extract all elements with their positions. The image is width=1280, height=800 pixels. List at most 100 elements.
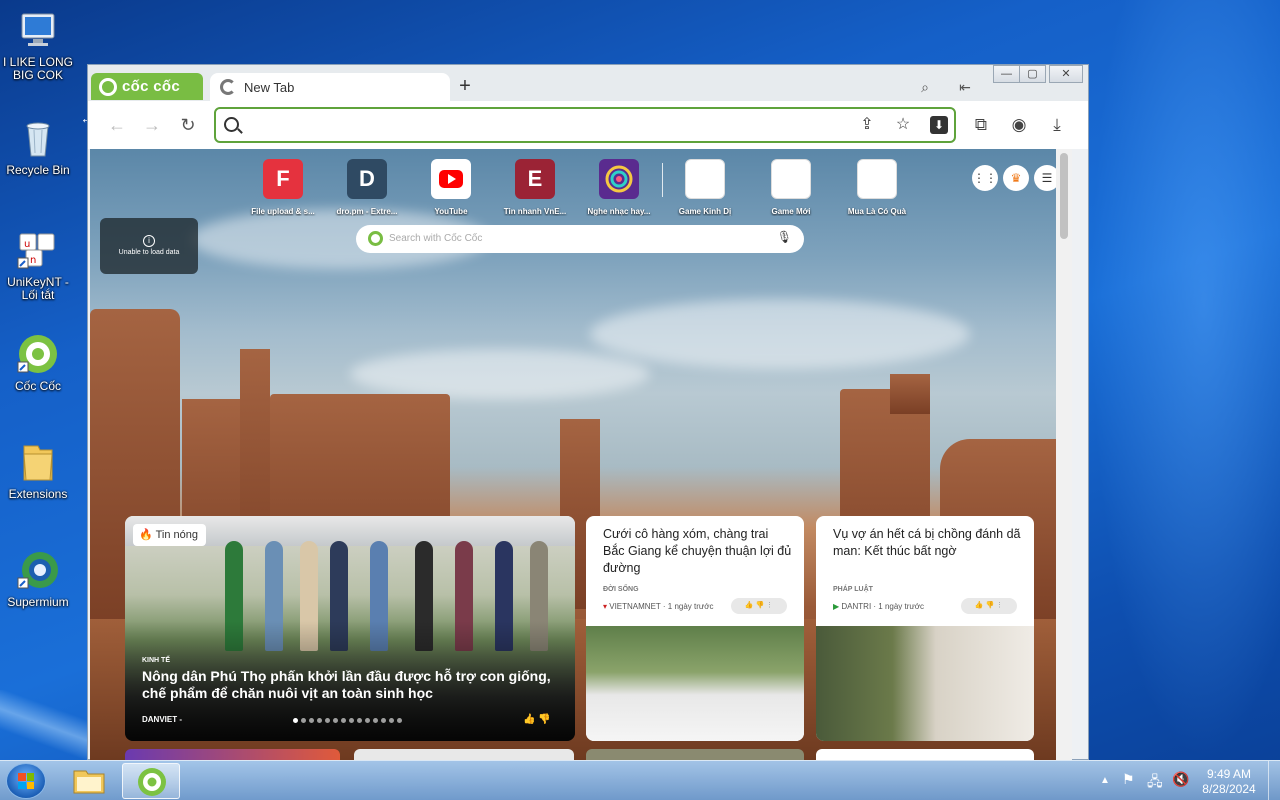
- news-source: DANTRI: [841, 602, 872, 611]
- taskbar-coccoc[interactable]: [122, 763, 180, 799]
- news-photo: [816, 626, 1034, 741]
- close-button[interactable]: ✕: [1049, 65, 1083, 83]
- new-tab-page: F File upload & s... D dro.pm - Extre...…: [90, 149, 1072, 760]
- apps-grid-button[interactable]: ⋮⋮: [972, 165, 998, 191]
- search-tabs-icon[interactable]: ⌕: [916, 79, 934, 95]
- tab-new-tab[interactable]: New Tab: [210, 73, 450, 101]
- source-logo-icon: ▾: [603, 602, 608, 611]
- scrollbar-thumb[interactable]: [1060, 153, 1068, 239]
- minimize-button[interactable]: —: [993, 65, 1020, 83]
- news-title[interactable]: Vụ vợ án hết cá bị chồng đánh dã man: Kế…: [833, 526, 1023, 560]
- downloads-icon[interactable]: ⤓: [1044, 113, 1070, 137]
- featured-news-card[interactable]: 🔥 Tin nóng KINH TẾ Nông dân Phú Thọ phấn…: [125, 516, 575, 741]
- start-button[interactable]: [6, 763, 46, 799]
- desktop-wallpaper-streak: [0, 690, 90, 760]
- speed-dial-label: Game Kinh Dị: [678, 207, 732, 216]
- profile-icon[interactable]: ◉: [1006, 113, 1032, 137]
- save-page-icon[interactable]: ⬇: [930, 116, 948, 134]
- page-scrollbar[interactable]: [1056, 149, 1072, 760]
- show-desktop-button[interactable]: [1268, 761, 1280, 800]
- reload-button[interactable]: ↻: [175, 113, 201, 137]
- action-center-flag-icon[interactable]: ⚑: [1122, 771, 1135, 788]
- weather-widget[interactable]: i Unable to load data: [100, 218, 198, 274]
- background-cloud: [350, 349, 650, 399]
- forward-button[interactable]: →: [139, 113, 165, 137]
- desktop-icon-label: Extensions: [8, 487, 68, 501]
- computer-icon: [16, 8, 60, 52]
- like-dislike-buttons[interactable]: 👍 👎: [523, 714, 551, 725]
- new-tab-button[interactable]: +: [454, 75, 476, 97]
- coccoc-brand-tab[interactable]: cốc cốc: [91, 73, 203, 100]
- coccoc-logo-icon: [368, 231, 383, 246]
- svg-text:u: u: [24, 239, 30, 250]
- broken-image-icon: [771, 159, 811, 199]
- crown-icon[interactable]: ♛: [1003, 165, 1029, 191]
- address-bar[interactable]: ⇪ ☆ ⬇: [214, 107, 956, 143]
- speed-dial-label: dro.pm - Extre...: [336, 207, 398, 216]
- news-category: PHÁP LUẬT: [833, 586, 873, 593]
- speed-dial-item[interactable]: Game Kinh Dị: [662, 159, 748, 216]
- tab-strip: cốc cốc New Tab + ⌕ ⇤ — ▢ ✕: [88, 65, 1088, 101]
- hot-badge-label: Tin nóng: [155, 529, 198, 541]
- news-meta: ▶ DANTRI · 1 ngày trước: [833, 602, 925, 611]
- show-hidden-icons-button[interactable]: ▲: [1100, 775, 1110, 786]
- brand-label: cốc cốc: [122, 78, 180, 95]
- news-title[interactable]: Cưới cô hàng xóm, chàng trai Bắc Giang k…: [603, 526, 793, 577]
- back-button[interactable]: ←: [104, 113, 130, 137]
- speed-dial-label: Tin nhanh VnE...: [503, 207, 567, 216]
- desktop-icon-label: I LIKE LONG BIG COK: [2, 55, 74, 82]
- tab-favicon-icon: [220, 79, 236, 95]
- speed-dial-label: Game Mới: [771, 207, 811, 216]
- speed-dial-item[interactable]: F File upload & s...: [240, 159, 326, 216]
- news-card[interactable]: Cưới cô hàng xóm, chàng trai Bắc Giang k…: [586, 516, 804, 741]
- desktop-icon-supermium[interactable]: Supermium: [0, 548, 76, 609]
- toolbar: ← → ↻ ⇪ ☆ ⬇ ⧉ ◉ ⤓: [88, 101, 1088, 149]
- supermium-icon: [16, 548, 60, 592]
- broken-image-icon: [685, 159, 725, 199]
- desktop-wallpaper-glow: [1090, 0, 1280, 760]
- hot-news-badge: 🔥 Tin nóng: [133, 524, 206, 546]
- desktop-icon-recycle-bin[interactable]: Recycle Bin: [0, 116, 76, 177]
- coccoc-logo-icon: [99, 77, 117, 96]
- music-icon: [599, 159, 639, 199]
- sidebar-toggle-icon[interactable]: ⇤: [956, 79, 974, 95]
- desktop-icon-extensions[interactable]: Extensions: [0, 440, 76, 501]
- like-dislike-buttons[interactable]: 👍 👎 ⋮: [961, 598, 1017, 614]
- coccoc-logo-icon: [138, 768, 166, 796]
- speed-dial-item[interactable]: YouTube: [408, 159, 494, 216]
- desktop-icon-coccoc[interactable]: Cốc Cốc: [0, 332, 76, 393]
- news-time: 1 ngày trước: [878, 602, 925, 611]
- news-card-peek: [354, 749, 574, 760]
- clock-date: 8/28/2024: [1202, 782, 1256, 796]
- address-input[interactable]: [250, 115, 850, 137]
- speed-dial-item[interactable]: Game Mới: [748, 159, 834, 216]
- speed-dial-item[interactable]: D dro.pm - Extre...: [324, 159, 410, 216]
- network-icon[interactable]: 🖧: [1147, 771, 1163, 795]
- featured-news-title[interactable]: Nông dân Phú Thọ phấn khởi lần đầu được …: [142, 668, 552, 702]
- desktop-icon-computer[interactable]: I LIKE LONG BIG COK: [0, 8, 76, 82]
- share-icon[interactable]: ⇪: [856, 114, 878, 136]
- volume-muted-icon[interactable]: 🔇: [1172, 771, 1189, 788]
- news-card-peek: [816, 749, 1034, 760]
- desktop-icon-label: Supermium: [7, 595, 69, 609]
- speed-dial-item[interactable]: Nghe nhạc hay...: [576, 159, 662, 216]
- desktop-icon-unikey[interactable]: un UniKeyNT - Lối tắt: [0, 228, 76, 302]
- news-card-peek: [586, 749, 804, 760]
- taskbar-explorer[interactable]: [60, 763, 118, 799]
- microphone-icon[interactable]: 🎙: [777, 230, 792, 244]
- news-card[interactable]: Vụ vợ án hết cá bị chồng đánh dã man: Kế…: [816, 516, 1034, 741]
- bookmark-star-icon[interactable]: ☆: [892, 114, 914, 136]
- news-photo: [586, 626, 804, 741]
- maximize-button[interactable]: ▢: [1019, 65, 1046, 83]
- speed-dial-label: Nghe nhạc hay...: [587, 207, 651, 216]
- speed-dial-item[interactable]: Mua Là Có Quà: [834, 159, 920, 216]
- system-clock[interactable]: 9:49 AM 8/28/2024: [1196, 767, 1262, 797]
- speed-dial-item[interactable]: E Tin nhanh VnE...: [492, 159, 578, 216]
- carousel-dots[interactable]: [293, 718, 402, 723]
- extensions-icon[interactable]: ⧉: [968, 113, 994, 137]
- recycle-bin-icon: [16, 116, 60, 160]
- clock-time: 9:49 AM: [1206, 767, 1252, 781]
- search-placeholder: Search with Cốc Cốc: [389, 233, 483, 244]
- coccoc-search-box[interactable]: Search with Cốc Cốc 🎙: [356, 225, 804, 253]
- like-dislike-buttons[interactable]: 👍 👎 ⋮: [731, 598, 787, 614]
